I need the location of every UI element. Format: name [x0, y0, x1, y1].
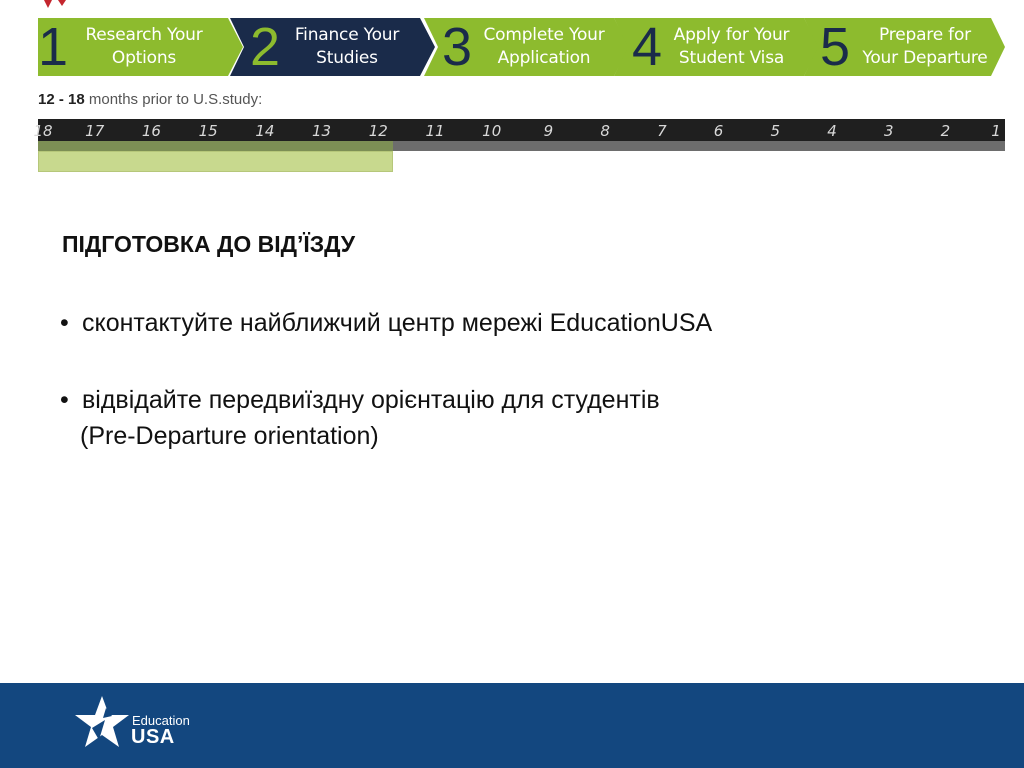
list-item: • сконтактуйте найближчий центр мережі Ed… [60, 305, 712, 341]
step-2-label-line1: Finance Your [294, 25, 400, 45]
step-4-label-line1: Apply for Your [673, 25, 790, 45]
timeline-tick-15: 15 [198, 122, 218, 140]
step-3-label: Complete Your Application [474, 24, 614, 70]
educationusa-logo[interactable]: Education USA [72, 694, 202, 754]
list-item-text-continued: (Pre-Departure orientation) [80, 422, 379, 450]
step-3-label-line2: Application [497, 48, 591, 68]
step-2-label: Finance Your Studies [282, 24, 412, 70]
timeline-tick-4: 4 [827, 122, 837, 140]
corner-decoration [44, 0, 66, 8]
step-4-label: Apply for Your Student Visa [664, 24, 799, 70]
timeline-tick-9: 9 [543, 122, 554, 140]
star-icon [75, 696, 129, 747]
step-3-label-line1: Complete Your [483, 25, 605, 45]
months-subtitle: 12 - 18 months prior to U.S.study: [38, 91, 262, 108]
bullet-marker: • [60, 386, 69, 414]
timeline-tick-10: 10 [482, 122, 502, 140]
step-3-complete-application[interactable]: 3 Complete Your Application [424, 18, 629, 76]
timeline-tick-16: 16 [141, 122, 161, 140]
step-1-label: Research Your Options [73, 24, 215, 70]
step-4-apply-visa[interactable]: 4 Apply for Your Student Visa [614, 18, 819, 76]
step-5-prepare-departure[interactable]: 5 Prepare for Your Departure [804, 18, 1005, 76]
step-5-label-line2: Your Departure [862, 48, 988, 68]
timeline-tick-2: 2 [940, 122, 951, 140]
timeline-tick-13: 13 [312, 122, 332, 140]
step-4-label-line2: Student Visa [678, 48, 785, 68]
timeline-track-active [38, 141, 393, 151]
months-caption: months prior to U.S.study: [84, 91, 263, 108]
step-5-number: 5 [820, 17, 851, 77]
step-2-finance-studies[interactable]: 2 Finance Your Studies [230, 18, 435, 76]
timeline-tick-17: 17 [85, 122, 105, 140]
step-5-label-line1: Prepare for [879, 25, 971, 45]
timeline-tick-5: 5 [770, 122, 781, 140]
timeline-tick-3: 3 [883, 122, 894, 140]
step-2-label-line2: Studies [316, 48, 378, 68]
timeline-tick-12: 12 [368, 122, 388, 140]
step-5-label: Prepare for Your Departure [850, 24, 1000, 70]
timeline-highlight [38, 151, 393, 172]
steps-banner: 1 Research Your Options 2 Finance Your S… [38, 18, 1005, 76]
timeline-tick-11: 11 [425, 122, 445, 140]
step-3-number: 3 [442, 17, 473, 77]
step-2-number: 2 [250, 17, 281, 77]
timeline-tick-7: 7 [657, 122, 667, 140]
list-item: • відвідайте передвиїздну орієнтацію для … [60, 382, 940, 454]
step-1-number: 1 [38, 17, 69, 77]
timeline-tick-14: 14 [255, 122, 275, 140]
step-1-research-options[interactable]: 1 Research Your Options [38, 18, 243, 76]
timeline-bar [38, 119, 1005, 141]
timeline-tick-18: 18 [33, 122, 53, 140]
step-4-number: 4 [632, 17, 663, 77]
timeline-tick-8: 8 [600, 122, 610, 140]
page-title: ПІДГОТОВКА ДО ВІД’ЇЗДУ [62, 231, 356, 257]
logo-usa-text: USA [131, 726, 175, 748]
step-1-label-line1: Research Your [85, 25, 203, 45]
list-item-text: сконтактуйте найближчий центр мережі Edu… [82, 309, 713, 337]
bullet-marker: • [60, 309, 69, 337]
timeline-tick-1: 1 [991, 122, 1001, 140]
timeline-tick-6: 6 [713, 122, 724, 140]
list-item-text: відвідайте передвиїздну орієнтацію для с… [82, 386, 660, 414]
months-range: 12 - 18 [38, 91, 85, 108]
timeline: 18 17 16 15 14 13 12 11 10 9 8 7 6 5 4 3 2 1 [33, 119, 1005, 172]
step-1-label-line2: Options [111, 48, 177, 68]
